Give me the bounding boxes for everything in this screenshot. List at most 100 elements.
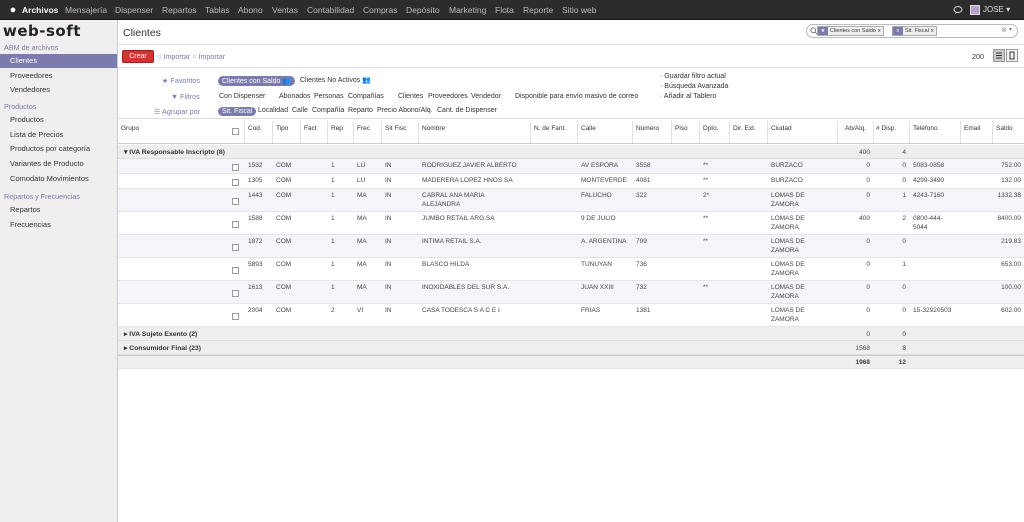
menu-item-6[interactable]: Ventas bbox=[272, 0, 298, 20]
menu-item-8[interactable]: Compras bbox=[363, 0, 397, 20]
groupby-option[interactable]: Compañía bbox=[312, 107, 344, 114]
menu-item-3[interactable]: Repartos bbox=[162, 0, 197, 20]
groupby-header[interactable]: ☰ Agrupar por bbox=[154, 107, 200, 116]
sidebar-item[interactable]: Variantes de Producto bbox=[0, 157, 117, 171]
sidebar: web-soft ABM de archivos Clientes Proveedo… bbox=[0, 20, 118, 522]
sidebar-item[interactable]: Comodato Movimientos bbox=[0, 172, 117, 186]
filter-option[interactable]: Abonados bbox=[279, 93, 311, 100]
clear-search-icon[interactable]: ⊗ bbox=[1001, 26, 1007, 34]
column-header-abalq[interactable]: Ab/Alq. bbox=[838, 125, 866, 132]
row-checkbox[interactable] bbox=[232, 221, 239, 228]
form-view-button[interactable] bbox=[1006, 49, 1018, 62]
avatar[interactable] bbox=[970, 5, 980, 15]
sidebar-item[interactable]: Clientes bbox=[0, 54, 117, 68]
filter-option[interactable]: Clientes bbox=[398, 93, 423, 100]
column-header-email[interactable]: Email bbox=[964, 125, 980, 132]
menu-item-7[interactable]: Contabilidad bbox=[307, 0, 354, 20]
row-checkbox[interactable] bbox=[232, 164, 239, 171]
menu-item-9[interactable]: Depósito bbox=[406, 0, 440, 20]
groupby-option[interactable]: Reparto bbox=[348, 107, 373, 114]
column-header-saldo[interactable]: Saldo bbox=[996, 125, 1013, 132]
menu-item-2[interactable]: Dispenser bbox=[115, 0, 153, 20]
column-header-fant[interactable]: N. de Fant. bbox=[534, 125, 566, 132]
menu-item-0[interactable]: Archivos bbox=[22, 0, 58, 20]
column-header-calle[interactable]: Calle bbox=[581, 125, 596, 132]
sidebar-item[interactable]: Proveedores bbox=[0, 69, 117, 83]
menu-item-10[interactable]: Marketing bbox=[449, 0, 486, 20]
row-checkbox[interactable] bbox=[232, 179, 239, 186]
sidebar-item[interactable]: Repartos bbox=[0, 203, 117, 217]
list-view-button[interactable] bbox=[993, 49, 1005, 62]
column-header-ciudad[interactable]: Ciudad bbox=[771, 125, 792, 132]
sidebar-item[interactable]: Vendedores bbox=[0, 83, 117, 97]
favorite-option[interactable]: Clientes con Saldo 👥 bbox=[218, 76, 296, 86]
cell-disp: 0 bbox=[902, 162, 906, 169]
groupby-option[interactable]: Localidad bbox=[258, 107, 288, 114]
menu-item-1[interactable]: Mensajería bbox=[65, 0, 107, 20]
select-all-checkbox[interactable] bbox=[232, 128, 239, 135]
column-header-frec[interactable]: Frec bbox=[357, 125, 370, 132]
favorites-header[interactable]: ★ Favoritos bbox=[162, 76, 200, 85]
remove-facet-icon[interactable]: x bbox=[931, 28, 934, 34]
groupby-option[interactable]: Precio Abono/Alq. bbox=[377, 107, 433, 114]
column-header-rep[interactable]: Rep bbox=[331, 125, 343, 132]
chat-icon[interactable] bbox=[953, 5, 963, 15]
row-checkbox[interactable] bbox=[232, 198, 239, 205]
column-header-dir[interactable]: Dir. Ext. bbox=[733, 125, 756, 132]
row-checkbox[interactable] bbox=[232, 290, 239, 297]
groupby-option[interactable]: Sit. Fiscal bbox=[218, 107, 257, 116]
column-divider bbox=[767, 121, 768, 143]
row-checkbox[interactable] bbox=[232, 313, 239, 320]
user-menu[interactable]: JOSE ▾ bbox=[983, 0, 1010, 20]
search-panel-action[interactable]: · Añadir al Tablero bbox=[660, 93, 716, 100]
search-facet-favorite[interactable]: ★ Clientes con Saldo x bbox=[817, 26, 884, 36]
column-header-fact[interactable]: Fact bbox=[304, 125, 317, 132]
filters-header[interactable]: ▼ Filtros bbox=[171, 92, 200, 101]
column-header-cod[interactable]: Cod. bbox=[248, 125, 262, 132]
favorite-option[interactable]: Clientes No Activos 👥 bbox=[300, 76, 371, 84]
search-options-toggle[interactable]: ▾ bbox=[1009, 26, 1012, 33]
column-header-disp[interactable]: # Disp. bbox=[876, 125, 896, 132]
menu-item-12[interactable]: Reporte bbox=[523, 0, 553, 20]
filter-option[interactable]: Proveedores bbox=[428, 93, 468, 100]
sidebar-item[interactable]: Frecuencias bbox=[0, 218, 117, 232]
column-header-grupo[interactable]: Grupo bbox=[121, 125, 139, 132]
column-header-nombre[interactable]: Nombre bbox=[422, 125, 445, 132]
menu-item-13[interactable]: Sitio web bbox=[562, 0, 597, 20]
search-panel-action[interactable]: · Guardar filtro actual bbox=[660, 73, 726, 80]
column-header-tipo[interactable]: Tipo bbox=[276, 125, 288, 132]
menu-item-5[interactable]: Abono bbox=[238, 0, 263, 20]
filter-option[interactable]: Con Dispenser bbox=[219, 93, 265, 100]
row-checkbox[interactable] bbox=[232, 267, 239, 274]
group-label[interactable]: ▸ IVA Sujeto Exento (2) bbox=[124, 330, 197, 338]
import-link[interactable]: Importar bbox=[163, 52, 190, 61]
search-panel-action[interactable]: · Búsqueda Avanzada bbox=[660, 83, 728, 90]
remove-facet-icon[interactable]: x bbox=[878, 28, 881, 34]
column-header-piso[interactable]: Piso bbox=[675, 125, 688, 132]
column-header-dpto[interactable]: Dpto. bbox=[703, 125, 719, 132]
sidebar-item[interactable]: Productos bbox=[0, 113, 117, 127]
column-header-sit[interactable]: Sit Fisc bbox=[385, 125, 406, 132]
column-divider bbox=[699, 121, 700, 143]
column-header-telefono[interactable]: Teléfono bbox=[913, 125, 938, 132]
column-header-numero[interactable]: Numero bbox=[636, 125, 659, 132]
divider bbox=[118, 44, 1024, 45]
sidebar-item[interactable]: Lista de Precios bbox=[0, 128, 117, 142]
row-checkbox[interactable] bbox=[232, 244, 239, 251]
group-label[interactable]: ▸ Consumidor Final (23) bbox=[124, 344, 201, 352]
import-link[interactable]: Importar bbox=[198, 52, 225, 61]
menu-item-4[interactable]: Tablas bbox=[205, 0, 230, 20]
create-button[interactable]: Crear bbox=[122, 50, 154, 63]
filter-option[interactable]: Vendedor bbox=[471, 93, 501, 100]
group-label[interactable]: ▾ IVA Responsable Inscripto (8) bbox=[124, 148, 225, 156]
groupby-option[interactable]: Cant. de Dispenser bbox=[437, 107, 497, 114]
sidebar-item[interactable]: Productos por categoría bbox=[0, 142, 117, 156]
pager[interactable]: 200 bbox=[972, 52, 984, 61]
menu-item-11[interactable]: Flota bbox=[495, 0, 514, 20]
search-facet-groupby[interactable]: ≡ Sit. Fiscal x bbox=[892, 26, 937, 36]
groupby-option[interactable]: Calle bbox=[292, 107, 308, 114]
filter-option[interactable]: Disponible para envío masivo de correo bbox=[515, 93, 638, 100]
filter-option[interactable]: Compañías bbox=[348, 93, 384, 100]
filter-option[interactable]: Personas bbox=[314, 93, 344, 100]
app-logo-icon[interactable]: ● bbox=[8, 3, 18, 17]
